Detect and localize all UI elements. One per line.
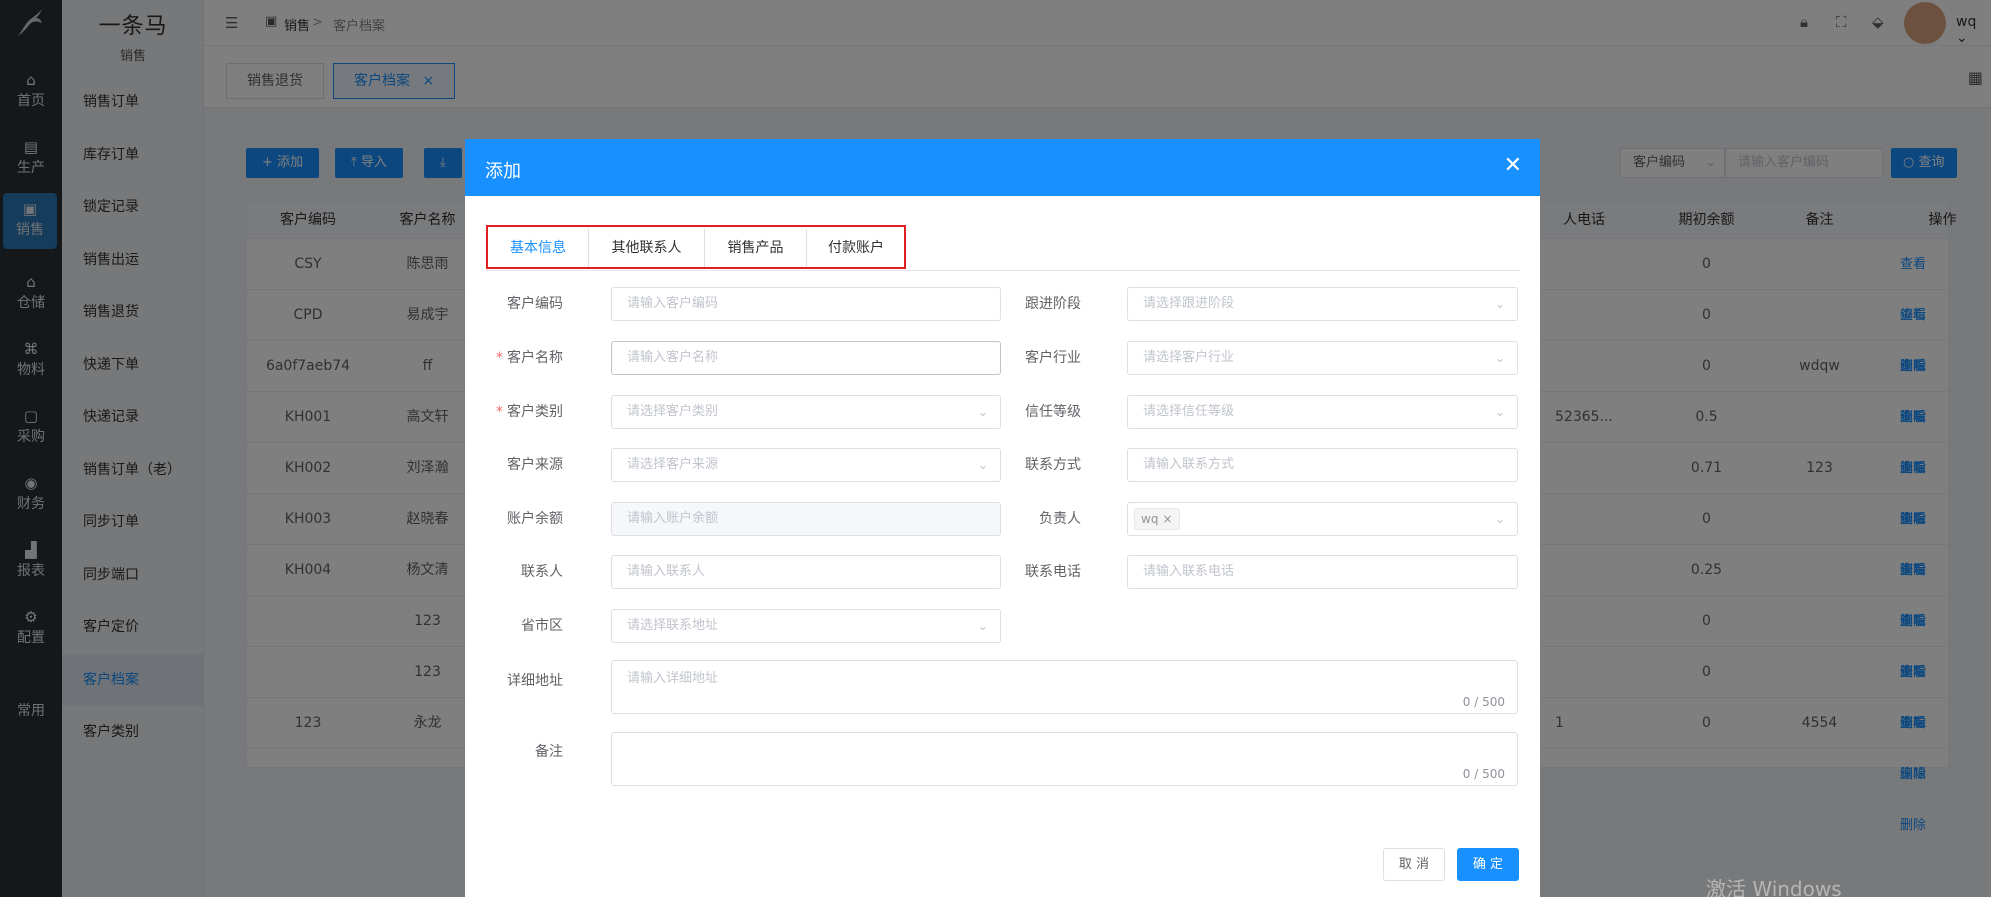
chevron-down-icon: ⌄ — [1494, 351, 1505, 365]
select-placeholder: 请选择客户来源 — [627, 457, 719, 472]
label-industry: 客户行业 — [1025, 350, 1081, 366]
select-placeholder: 请选择客户类别 — [627, 404, 719, 419]
cancel-button[interactable]: 取 消 — [1383, 848, 1445, 881]
select-placeholder: 请选择信任等级 — [1143, 404, 1235, 419]
dialog-header: 添加 ✕ — [465, 139, 1540, 196]
label-customer-name: * 客户名称 — [465, 341, 575, 375]
contact-method-input[interactable]: 请输入联系方式 — [1127, 448, 1518, 482]
remark-textarea[interactable]: 0 / 500 — [611, 732, 1518, 786]
chevron-down-icon: ⌄ — [1494, 405, 1505, 419]
tab-payment-accounts[interactable]: 付款账户 — [807, 229, 905, 267]
char-counter: 0 / 500 — [1462, 767, 1505, 781]
select-placeholder: 请选择客户行业 — [1143, 350, 1235, 365]
chevron-down-icon: ⌄ — [1494, 512, 1505, 526]
required-mark: * — [496, 404, 503, 420]
dialog-title: 添加 — [485, 161, 521, 182]
select-placeholder: 请选择联系地址 — [627, 618, 719, 633]
customer-name-input[interactable]: 请输入客户名称 — [611, 341, 1001, 375]
chevron-down-icon: ⌄ — [1494, 297, 1505, 311]
confirm-button[interactable]: 确 定 — [1457, 848, 1519, 881]
label-remark: 备注 — [535, 744, 563, 760]
label-contact-phone: 联系电话 — [1025, 564, 1081, 580]
label-account-balance: 账户余额 — [507, 511, 563, 527]
label-address: 详细地址 — [507, 673, 563, 689]
char-counter: 0 / 500 — [1462, 695, 1505, 709]
label-text: 客户类别 — [507, 404, 563, 420]
label-contact: 联系人 — [521, 564, 563, 580]
tab-basic-info[interactable]: 基本信息 — [488, 229, 588, 267]
address-textarea[interactable]: 请输入详细地址 0 / 500 — [611, 660, 1518, 714]
add-customer-dialog: 添加 ✕ 基本信息 其他联系人 销售产品 付款账户 客户编码 请输入客户编码 *… — [465, 139, 1540, 897]
industry-select[interactable]: 请选择客户行业 ⌄ — [1127, 341, 1518, 375]
close-icon[interactable]: ✕ — [1504, 153, 1522, 179]
chevron-down-icon: ⌄ — [977, 619, 988, 633]
region-select[interactable]: 请选择联系地址 ⌄ — [611, 609, 1001, 643]
label-follow-stage: 跟进阶段 — [1025, 296, 1081, 312]
customer-code-input[interactable]: 请输入客户编码 — [611, 287, 1001, 321]
owner-tag: wq × — [1134, 508, 1180, 530]
customer-type-select[interactable]: 请选择客户类别 ⌄ — [611, 395, 1001, 429]
credit-level-select[interactable]: 请选择信任等级 ⌄ — [1127, 395, 1518, 429]
label-contact-method: 联系方式 — [1025, 457, 1081, 473]
address-placeholder: 请输入详细地址 — [627, 671, 719, 686]
account-balance-input: 请输入账户余额 — [611, 502, 1001, 536]
label-customer-type: * 客户类别 — [465, 395, 575, 429]
required-mark: * — [496, 350, 503, 366]
label-owner: 负责人 — [1039, 511, 1081, 527]
label-region: 省市区 — [521, 618, 563, 634]
owner-tag-label: wq — [1141, 512, 1159, 526]
close-icon[interactable]: × — [1162, 512, 1172, 526]
windows-watermark: 激活 Windows — [1706, 877, 1842, 897]
label-credit-level: 信任等级 — [1025, 404, 1081, 420]
follow-stage-select[interactable]: 请选择跟进阶段 ⌄ — [1127, 287, 1518, 321]
owner-select[interactable]: wq × ⌄ — [1127, 502, 1518, 536]
label-customer-code: 客户编码 — [507, 296, 563, 312]
tabs-divider — [486, 270, 1520, 271]
label-customer-source: 客户来源 — [507, 457, 563, 473]
label-text: 客户名称 — [507, 350, 563, 366]
customer-source-select[interactable]: 请选择客户来源 ⌄ — [611, 448, 1001, 482]
tab-other-contacts[interactable]: 其他联系人 — [589, 229, 704, 267]
tab-sales-products[interactable]: 销售产品 — [705, 229, 806, 267]
select-placeholder: 请选择跟进阶段 — [1143, 296, 1235, 311]
contact-phone-input[interactable]: 请输入联系电话 — [1127, 555, 1518, 589]
contact-input[interactable]: 请输入联系人 — [611, 555, 1001, 589]
